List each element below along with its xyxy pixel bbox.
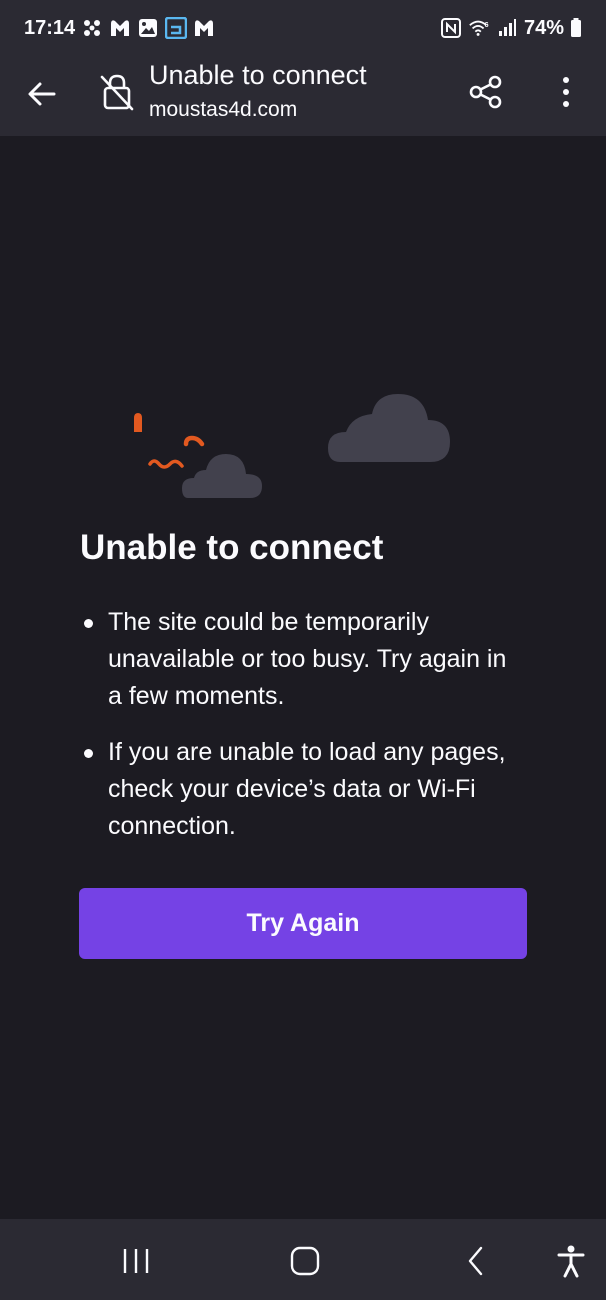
nfc-icon: [440, 17, 462, 39]
accessibility-icon: [557, 1245, 585, 1278]
bullet-icon: [84, 749, 93, 758]
disconnected-illustration: [134, 394, 450, 498]
arrow-left-icon: [28, 82, 56, 106]
system-nav-bar: [0, 1219, 606, 1300]
broken-lock-icon: [100, 74, 134, 111]
plug-left-icon: [134, 413, 142, 432]
status-time: 17:14: [24, 16, 76, 39]
malwarebytes-icon: [193, 17, 215, 39]
suggestion-item: The site could be temporarily unavailabl…: [80, 604, 520, 715]
error-page: Unable to connect The site could be temp…: [0, 136, 606, 1219]
accessibility-button[interactable]: [549, 1239, 593, 1283]
error-title: Unable to connect: [80, 528, 384, 567]
malwarebytes-icon: [109, 17, 131, 39]
url-text[interactable]: moustas4d.com: [149, 98, 297, 122]
plug-right-icon: [183, 435, 205, 447]
back-button[interactable]: [20, 72, 64, 116]
status-bar-right: 6 74%: [440, 17, 582, 40]
browser-toolbar: Unable to connect moustas4d.com: [0, 56, 606, 136]
share-button[interactable]: [462, 68, 510, 116]
battery-level: 74%: [523, 16, 564, 39]
home-icon: [290, 1246, 320, 1276]
back-icon: [468, 1246, 483, 1276]
status-bar: 17:14 6 74%: [0, 0, 606, 56]
gallery-icon: [137, 17, 159, 39]
signal-icon: [496, 17, 518, 39]
wifi-6-icon: 6: [468, 17, 490, 39]
suggestion-item: If you are unable to load any pages, che…: [80, 734, 520, 845]
fan-icon: [81, 17, 103, 39]
recents-icon: [123, 1249, 149, 1273]
status-bar-left: 17:14: [24, 17, 215, 40]
home-button[interactable]: [283, 1239, 327, 1283]
bullet-icon: [84, 619, 93, 628]
share-icon: [469, 75, 502, 109]
system-back-button[interactable]: [454, 1239, 498, 1283]
recents-button[interactable]: [114, 1239, 158, 1283]
site-security-button[interactable]: [95, 70, 139, 114]
app-icon: [165, 17, 188, 39]
suggestion-text: The site could be temporarily unavailabl…: [108, 608, 507, 710]
suggestion-text: If you are unable to load any pages, che…: [108, 738, 506, 840]
more-menu-button[interactable]: [546, 68, 586, 116]
svg-text:6: 6: [484, 20, 488, 29]
cloud-small-icon: [182, 454, 262, 498]
cable-squiggle-icon: [148, 459, 184, 469]
more-vertical-icon: [563, 77, 569, 107]
error-suggestions: The site could be temporarily unavailabl…: [80, 604, 520, 864]
page-title[interactable]: Unable to connect: [149, 60, 367, 91]
battery-icon: [570, 17, 582, 39]
cloud-large-icon: [328, 394, 450, 462]
try-again-button[interactable]: Try Again: [79, 888, 527, 959]
